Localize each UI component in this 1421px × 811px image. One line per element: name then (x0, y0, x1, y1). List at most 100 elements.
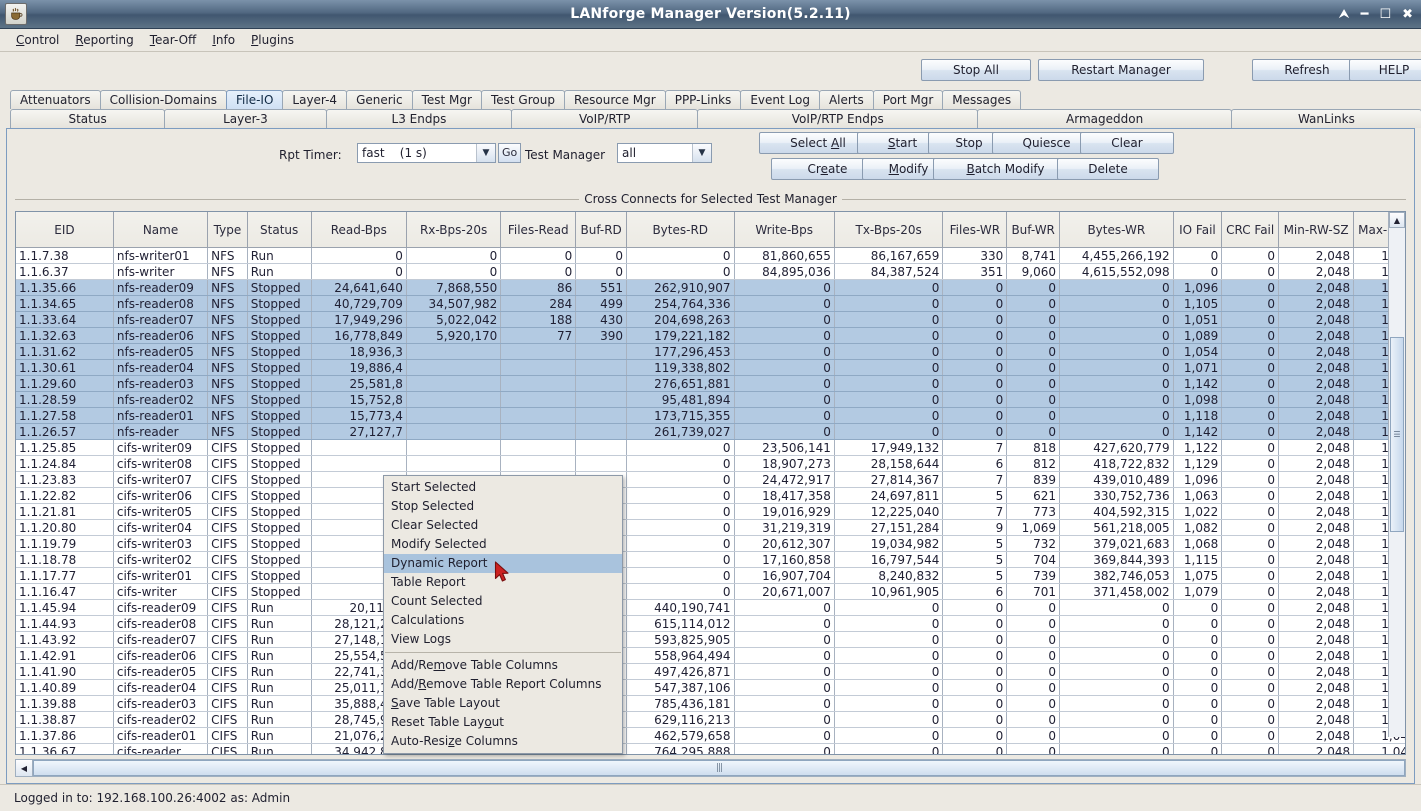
tab-test-group[interactable]: Test Group (480, 90, 565, 109)
vertical-scrollbar[interactable]: ▲ ☰ (1388, 212, 1405, 737)
column-header-buf-wr[interactable]: Buf-WR (1006, 212, 1061, 248)
context-menu-item-view-logs[interactable]: View Logs (384, 630, 622, 649)
tab-voip-rtp[interactable]: VoIP/RTP (511, 109, 699, 128)
tab-layer-3[interactable]: Layer-3 (164, 109, 327, 128)
column-header-eid[interactable]: EID (16, 212, 114, 248)
menu-tear-off[interactable]: Tear-Off (142, 31, 205, 49)
column-header-bytes-rd[interactable]: Bytes-RD (626, 212, 735, 248)
tab-messages[interactable]: Messages (942, 90, 1022, 109)
pin-up-icon[interactable]: ⮝ (1339, 8, 1350, 21)
restart-manager-button[interactable]: Restart Manager (1038, 59, 1204, 81)
table-row[interactable]: 1.1.25.85 cifs-writer09 CIFS Stopped 0 23,506… (16, 439, 1405, 456)
table-row[interactable]: 1.1.39.88cifs-reader03CIFSRun35,888,4273… (16, 695, 1405, 712)
column-header-crc-fail[interactable]: CRC Fail (1221, 212, 1280, 248)
close-icon[interactable]: ✖ (1402, 8, 1413, 21)
table-row[interactable]: 1.1.24.84 cifs-writer08 CIFS Stopped 0 18,907… (16, 455, 1405, 472)
table-row[interactable]: 1.1.16.47 cifs-writer CIFS Stopped 0 20,671,0… (16, 583, 1405, 600)
tab-status[interactable]: Status (10, 109, 166, 128)
context-menu-item-reset-table-layout[interactable]: Reset Table Layout (384, 713, 622, 732)
column-header-name[interactable]: Name (113, 212, 209, 248)
table-row[interactable]: 1.1.31.62 nfs-reader05 NFS Stopped 18,936,3 1… (16, 343, 1405, 360)
test-manager-select[interactable]: all ▼ (617, 143, 712, 163)
tab-port-mgr[interactable]: Port Mgr (872, 90, 944, 109)
table-row[interactable]: 1.1.22.82 cifs-writer06 CIFS Stopped 0 18,417… (16, 487, 1405, 504)
table-row[interactable]: 1.1.28.59 nfs-reader02 NFS Stopped 15,752,8 9… (16, 391, 1405, 408)
table-row[interactable]: 1.1.44.93cifs-reader08CIFSRun28,121,2651… (16, 615, 1405, 632)
tab-generic[interactable]: Generic (346, 90, 413, 109)
table-row[interactable]: 1.1.7.38 nfs-writer01 NFS Run 0 0 0 0 0 81,860,65… (16, 247, 1405, 264)
table-row[interactable]: 1.1.36.67cifs-readerCIFSRun34,942,83424,… (16, 743, 1405, 754)
table-row[interactable]: 1.1.27.58 nfs-reader01 NFS Stopped 15,773,4 1… (16, 407, 1405, 424)
column-header-buf-rd[interactable]: Buf-RD (575, 212, 627, 248)
menu-plugins[interactable]: Plugins (243, 31, 302, 49)
context-menu-item-add-remove-table-report-columns[interactable]: Add/Remove Table Report Columns (384, 675, 622, 694)
stop-all-button[interactable]: Stop All (921, 59, 1031, 81)
vertical-scroll-thumb[interactable]: ☰ (1390, 337, 1404, 532)
tab-voip-rtp-endps[interactable]: VoIP/RTP Endps (697, 109, 979, 128)
context-menu-item-modify-selected[interactable]: Modify Selected (384, 535, 622, 554)
column-header-type[interactable]: Type (207, 212, 248, 248)
column-header-files-wr[interactable]: Files-WR (942, 212, 1008, 248)
tab-attenuators[interactable]: Attenuators (10, 90, 101, 109)
horizontal-scrollbar[interactable]: ◀ ||| (15, 759, 1406, 777)
tab-armageddon[interactable]: Armageddon (977, 109, 1232, 128)
table-row[interactable]: 1.1.19.79 cifs-writer03 CIFS Stopped 0 20,612… (16, 535, 1405, 552)
column-header-tx-bps-20s[interactable]: Tx-Bps-20s (834, 212, 944, 248)
context-menu-item-add-remove-table-columns[interactable]: Add/Remove Table Columns (384, 656, 622, 675)
column-header-min-rw-sz[interactable]: Min-RW-SZ (1278, 212, 1355, 248)
delete-button[interactable]: Delete (1057, 158, 1159, 180)
context-menu-item-clear-selected[interactable]: Clear Selected (384, 516, 622, 535)
tab-event-log[interactable]: Event Log (740, 90, 820, 109)
table-row[interactable]: 1.1.20.80 cifs-writer04 CIFS Stopped 0 31,219… (16, 519, 1405, 536)
go-button[interactable]: Go (498, 143, 522, 163)
table-row[interactable]: 1.1.32.63 nfs-reader06 NFS Stopped 16,778,84… (16, 327, 1405, 344)
table-row[interactable]: 1.1.21.81 cifs-writer05 CIFS Stopped 0 19,016… (16, 503, 1405, 520)
table-row[interactable]: 1.1.45.94 cifs-reader09 CIFS Run 20,112,5 440… (16, 599, 1405, 616)
table-row[interactable]: 1.1.40.89cifs-reader04CIFSRun25,011,1193… (16, 679, 1405, 696)
table-row[interactable]: 1.1.43.92cifs-reader07CIFSRun27,148,1881… (16, 631, 1405, 648)
tab-collision-domains[interactable]: Collision-Domains (99, 90, 227, 109)
context-menu-item-table-report[interactable]: Table Report (384, 573, 622, 592)
column-header-io-fail[interactable]: IO Fail (1173, 212, 1223, 248)
table-row[interactable]: 1.1.42.91cifs-reader06CIFSRun25,554,5601… (16, 647, 1405, 664)
table-row[interactable]: 1.1.34.65 nfs-reader08 NFS Stopped 40,729,70… (16, 295, 1405, 312)
tab-wanlinks[interactable]: WanLinks (1230, 109, 1421, 128)
table-row[interactable]: 1.1.35.66 nfs-reader09 NFS Stopped 24,641,64… (16, 279, 1405, 296)
menu-control[interactable]: Control (8, 31, 67, 49)
tab-test-mgr[interactable]: Test Mgr (411, 90, 482, 109)
help-button[interactable]: HELP (1349, 59, 1421, 81)
menu-reporting[interactable]: Reporting (67, 31, 141, 49)
table-row[interactable]: 1.1.29.60 nfs-reader03 NFS Stopped 25,581,8 2… (16, 375, 1405, 392)
context-menu-item-auto-resize-columns[interactable]: Auto-Resize Columns (384, 732, 622, 751)
refresh-button[interactable]: Refresh (1252, 59, 1362, 81)
column-header-bytes-wr[interactable]: Bytes-WR (1059, 212, 1174, 248)
scroll-up-icon[interactable]: ▲ (1389, 212, 1405, 228)
column-header-status[interactable]: Status (247, 212, 312, 248)
column-header-write-bps[interactable]: Write-Bps (734, 212, 835, 248)
tab-ppp-links[interactable]: PPP-Links (664, 90, 742, 109)
context-menu-item-save-table-layout[interactable]: Save Table Layout (384, 694, 622, 713)
tab-file-io[interactable]: File-IO (226, 90, 284, 109)
horizontal-scroll-thumb[interactable]: ||| (33, 760, 1405, 776)
tab-resource-mgr[interactable]: Resource Mgr (563, 90, 666, 109)
column-header-read-bps[interactable]: Read-Bps (311, 212, 407, 248)
context-menu-item-start-selected[interactable]: Start Selected (384, 478, 622, 497)
table-row[interactable]: 1.1.17.77 cifs-writer01 CIFS Stopped 0 16,907… (16, 567, 1405, 584)
tab-l3-endps[interactable]: L3 Endps (325, 109, 513, 128)
table-row[interactable]: 1.1.37.86cifs-reader01CIFSRun21,076,2841… (16, 727, 1405, 744)
table-row[interactable]: 1.1.41.90cifs-reader05CIFSRun22,741,3331… (16, 663, 1405, 680)
table-row[interactable]: 1.1.30.61 nfs-reader04 NFS Stopped 19,886,4 1… (16, 359, 1405, 376)
context-menu-item-calculations[interactable]: Calculations (384, 611, 622, 630)
menu-info[interactable]: Info (204, 31, 243, 49)
table-row[interactable]: 1.1.23.83 cifs-writer07 CIFS Stopped 0 24,472… (16, 471, 1405, 488)
minimize-icon[interactable]: ━ (1361, 8, 1369, 21)
clear-button[interactable]: Clear (1080, 132, 1174, 154)
maximize-icon[interactable]: ☐ (1379, 8, 1391, 21)
scroll-left-icon[interactable]: ◀ (16, 760, 33, 776)
rpt-timer-select[interactable]: fast (1 s) ▼ (357, 143, 496, 163)
table-row[interactable]: 1.1.26.57 nfs-reader NFS Stopped 27,127,7 261… (16, 423, 1405, 440)
column-header-files-read[interactable]: Files-Read (500, 212, 577, 248)
context-menu-item-dynamic-report[interactable]: Dynamic Report (384, 554, 622, 573)
column-header-rx-bps-20s[interactable]: Rx-Bps-20s (406, 212, 502, 248)
tab-alerts[interactable]: Alerts (818, 90, 874, 109)
